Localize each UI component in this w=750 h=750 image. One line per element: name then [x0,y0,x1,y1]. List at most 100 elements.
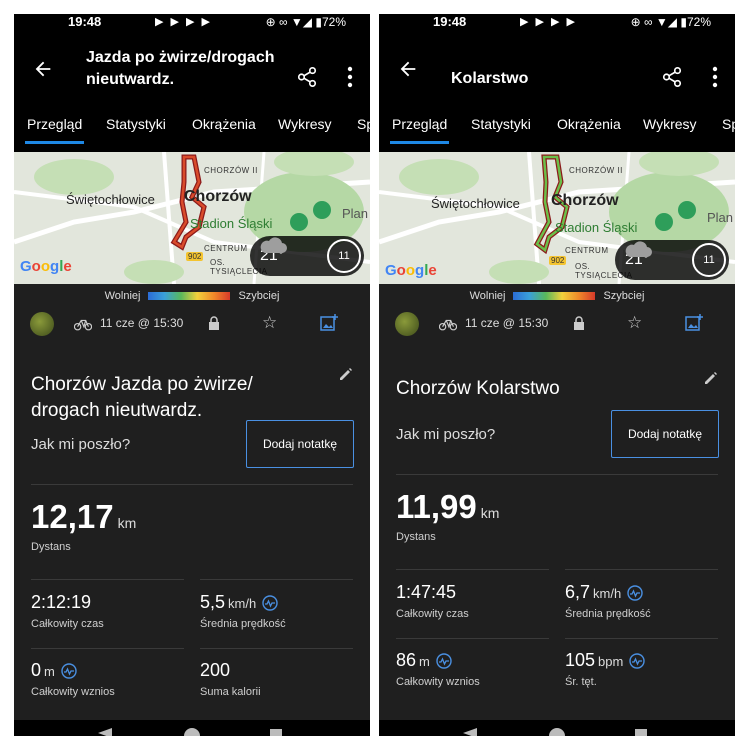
pulse-icon[interactable] [627,584,643,601]
map-label-centrum: CENTRUM [204,244,248,253]
legend-slower: Wolniej [104,290,141,302]
road-number-badge: 902 [549,256,567,265]
how-did-it-go-label: Jak mi poszło? [396,426,496,443]
tab-sp[interactable]: Sp [357,116,370,132]
edit-pencil-icon[interactable] [703,370,719,386]
activity-title: Chorzów Kolarstwo [396,378,560,399]
tab-okrazenia[interactable]: Okrążenia [192,116,256,132]
elevation-gain-value: 0m [31,660,77,681]
route-map[interactable]: Świętochłowice Chorzów Stadion Śląski Pl… [379,152,735,284]
divider [396,569,549,570]
lock-icon[interactable] [208,316,220,330]
add-note-button[interactable]: Dodaj notatkę [246,420,354,468]
tab-okrazenia[interactable]: Okrążenia [557,116,621,132]
map-label-stadion: Stadion Śląski [190,216,273,231]
app-bar: Kolarstwo [379,30,735,108]
tab-statystyki[interactable]: Statystyki [106,116,166,132]
activity-meta-row: 11 cze @ 15:30 ☆ [379,308,735,344]
notification-icons: ▶ ▶ ▶ ▶ [154,16,212,28]
share-icon[interactable] [296,66,318,88]
map-label-chorzow: Chorzów [184,188,252,205]
distance-label: Dystans [31,541,71,553]
avg-speed-value: 5,5 km/h [200,592,278,613]
back-arrow-icon[interactable] [397,58,419,80]
share-icon[interactable] [661,66,683,88]
distance-unit: km [480,505,500,521]
lock-icon[interactable] [573,316,585,330]
road-number-badge: 902 [186,252,204,261]
tab-wykresy[interactable]: Wykresy [278,116,332,132]
wind-indicator: 11 [692,243,726,277]
route-map[interactable]: Świętochłowice Chorzów Stadion Śląski Pl… [14,152,370,284]
tab-przeglad[interactable]: Przegląd [24,116,85,144]
elevation-gain-value: 86 m [396,650,452,671]
weather-widget[interactable]: 21° 11 [615,240,729,280]
tab-sp[interactable]: Sp [722,116,735,132]
star-icon[interactable]: ☆ [627,314,642,332]
tab-bar: Przegląd Statystyki Okrążenia Wykresy Sp [14,108,370,152]
tab-statystyki[interactable]: Statystyki [471,116,531,132]
weather-widget[interactable]: 21° 11 [250,236,364,276]
phone-screen-left: 19:48 ▶ ▶ ▶ ▶ ⊕ ∞ ▼◢ ▮72% Jazda po żwirz… [14,14,370,736]
legend-faster: Szybciej [238,290,280,302]
elevation-gain-label: Całkowity wznios [31,686,115,698]
avg-speed-label: Średnia prędkość [200,618,286,630]
speed-gradient-bar [513,292,596,300]
speed-legend: Wolniej Szybciej [379,286,735,306]
pulse-icon[interactable] [629,652,646,669]
battery-level: ⊕ ∞ ▼◢ ▮72% [265,15,346,29]
nav-back-icon[interactable] [463,728,477,736]
pulse-icon[interactable] [262,594,278,611]
map-label-plan: Plan [707,210,734,225]
status-bar: 19:48 ▶ ▶ ▶ ▶ ⊕ ∞ ▼◢ ▮72% [14,14,370,30]
nav-recents-icon[interactable] [635,729,647,736]
map-label-plan: Plan [342,206,369,221]
pulse-icon[interactable] [436,652,452,669]
avatar[interactable] [30,312,54,336]
activity-date: 11 cze @ 15:30 [465,316,549,330]
add-note-button[interactable]: Dodaj notatkę [611,410,719,458]
add-photo-icon[interactable] [685,314,703,332]
map-label-centrum: CENTRUM [565,246,609,255]
wind-indicator: 11 [327,239,361,273]
calories-value: 200 [200,660,231,680]
more-options-icon[interactable] [346,66,354,88]
map-label-swietochlowice: Świętochłowice [431,196,520,211]
add-photo-icon[interactable] [320,314,338,332]
nav-home-icon[interactable] [549,728,565,736]
system-nav-bar [379,720,735,736]
nav-recents-icon[interactable] [270,729,282,736]
map-label-chorzow: Chorzów [551,192,619,209]
how-did-it-go-label: Jak mi poszło? [31,436,131,453]
avatar[interactable] [395,312,419,336]
tab-przeglad[interactable]: Przegląd [389,116,450,144]
more-options-icon[interactable] [711,66,719,88]
star-icon[interactable]: ☆ [262,314,277,332]
divider [31,579,184,580]
speed-legend: Wolniej Szybciej [14,286,370,306]
back-arrow-icon[interactable] [32,58,54,80]
calories-label: Suma kalorii [200,686,261,698]
cloud-icon [260,237,287,253]
bike-icon [439,319,457,331]
pulse-icon[interactable] [61,662,77,679]
activity-title: Chorzów Jazda po żwirze/ drogach nieutwa… [31,374,253,421]
distance-unit: km [117,515,137,531]
map-label-chorzow-ii: CHORZÓW II [204,166,258,175]
edit-pencil-icon[interactable] [338,366,354,382]
status-time: 19:48 [433,14,467,29]
activity-meta-row: 11 cze @ 15:30 ☆ [14,308,370,344]
app-bar: Jazda po żwirze/drogach nieutwardz. [14,30,370,108]
nav-back-icon[interactable] [98,728,112,736]
nav-home-icon[interactable] [184,728,200,736]
map-label-stadion: Stadion Śląski [555,220,638,235]
bike-icon [74,319,92,331]
divider [396,474,718,475]
tab-wykresy[interactable]: Wykresy [643,116,697,132]
tab-bar: Przegląd Statystyki Okrążenia Wykresy Sp [379,108,735,152]
notification-icons: ▶ ▶ ▶ ▶ [519,16,577,28]
legend-slower: Wolniej [469,290,506,302]
distance-value: 11,99 km [396,488,500,525]
avg-speed-value: 6,7 km/h [565,582,643,603]
page-title: Kolarstwo [451,70,529,87]
